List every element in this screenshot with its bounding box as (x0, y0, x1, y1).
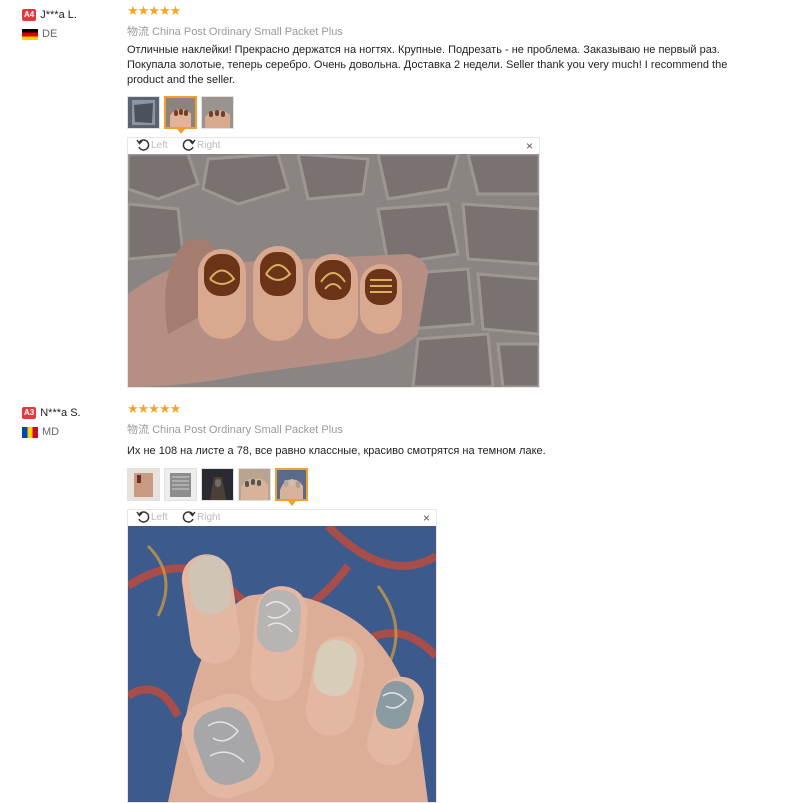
photo-thumbnails (127, 96, 767, 134)
photo-thumbnail[interactable] (164, 468, 197, 501)
rotate-left-button[interactable]: Left (136, 138, 168, 152)
photo-thumbnails (127, 468, 767, 506)
rotate-right-button[interactable]: Right (182, 510, 220, 524)
reviewer: A4 J***a L. (22, 6, 77, 24)
photo-thumbnail[interactable] (201, 96, 234, 129)
rotate-right-label: Right (197, 511, 221, 523)
rotate-right-label: Right (197, 139, 221, 151)
photo-thumbnail[interactable] (238, 468, 271, 501)
close-viewer-button[interactable]: × (526, 139, 533, 153)
rotate-left-label: Left (151, 139, 168, 151)
review-text: Отличные наклейки! Прекрасно держатся на… (127, 44, 728, 86)
review-body: ★★★★★ 物流 China Post Ordinary Small Packe… (127, 4, 767, 388)
rotate-left-label: Left (151, 511, 168, 523)
moldova-flag-icon (22, 426, 38, 438)
photo-thumbnail[interactable] (275, 468, 308, 506)
star-rating: ★★★★★ (127, 401, 181, 416)
rotate-left-button[interactable]: Left (136, 510, 168, 524)
viewer-toolbar: Left Right × (128, 138, 539, 154)
photo-thumbnail[interactable] (127, 96, 160, 129)
review-item: A4 J***a L. DE ★★★★★ 物流 China Post Ordina… (0, 0, 800, 395)
review-body: ★★★★★ 物流 China Post Ordinary Small Packe… (127, 402, 767, 803)
rotate-left-icon (136, 139, 150, 151)
logistics-method: China Post Ordinary Small Packet Plus (152, 26, 343, 38)
logistics-info: 物流 China Post Ordinary Small Packet Plus (127, 421, 767, 437)
reviewer: A3 N***a S. (22, 404, 81, 422)
reviewer-country: MD (22, 426, 59, 438)
photo-thumbnail[interactable] (201, 468, 234, 501)
rotate-right-button[interactable]: Right (182, 138, 220, 152)
country-code: DE (42, 28, 58, 40)
reviewer-country: DE (22, 28, 57, 40)
level-badge: A4 (22, 8, 37, 21)
photo-viewer: Left Right × (127, 509, 437, 803)
photo-thumbnail[interactable] (127, 468, 160, 501)
photo-viewer: Left Right × (127, 137, 540, 388)
rotate-left-icon (136, 511, 150, 523)
review-photo (128, 526, 436, 802)
country-code: MD (42, 426, 60, 438)
logistics-label: 物流 (127, 26, 149, 38)
review-text: Их не 108 на листе а 78, все равно класс… (127, 445, 546, 457)
germany-flag-icon (22, 28, 38, 40)
logistics-method: China Post Ordinary Small Packet Plus (152, 424, 343, 436)
viewer-toolbar: Left Right × (128, 510, 436, 526)
logistics-info: 物流 China Post Ordinary Small Packet Plus (127, 23, 767, 39)
photo-thumbnail[interactable] (164, 96, 197, 134)
reviewer-name: J***a L. (40, 8, 77, 21)
close-viewer-button[interactable]: × (423, 511, 430, 525)
review-item: A3 N***a S. MD ★★★★★ 物流 China Post Ordina… (0, 395, 800, 803)
reviewer-name: N***a S. (40, 406, 81, 419)
star-rating: ★★★★★ (127, 3, 181, 18)
review-photo (128, 154, 539, 387)
logistics-label: 物流 (127, 424, 149, 436)
rotate-right-icon (182, 511, 196, 523)
level-badge: A3 (22, 406, 37, 419)
rotate-right-icon (182, 139, 196, 151)
